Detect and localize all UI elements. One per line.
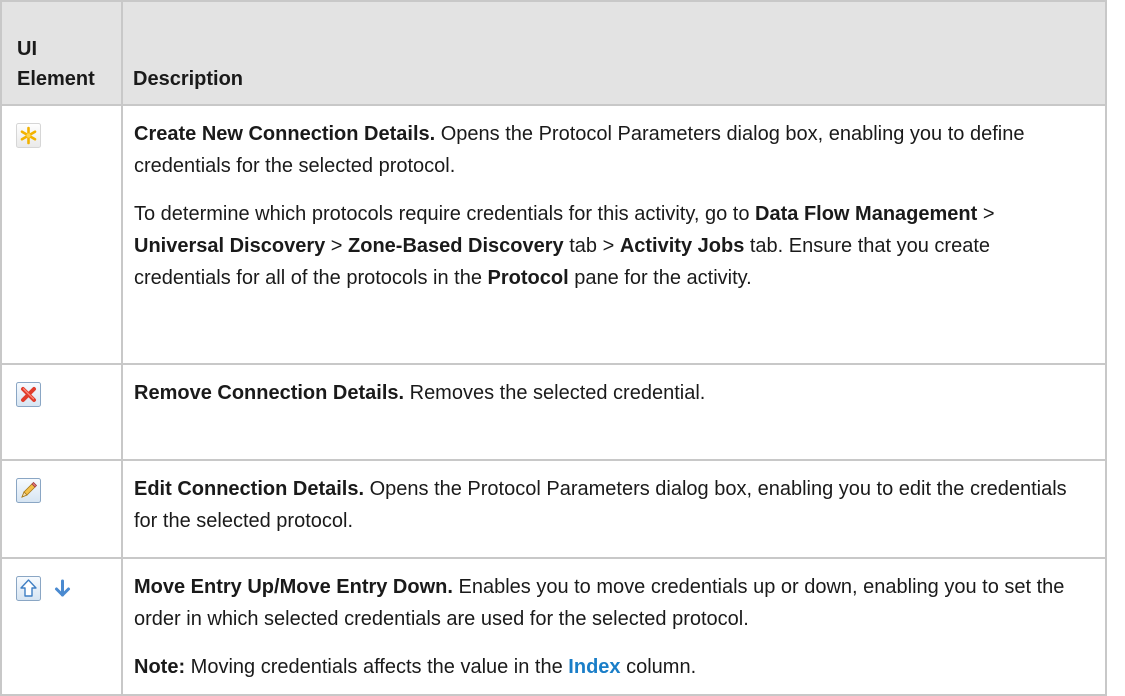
header-ui-element-line2: Element xyxy=(17,68,95,90)
remove-title: Remove Connection Details. xyxy=(134,382,405,404)
pencil-edit-icon xyxy=(16,478,41,503)
create-p2-gt1: > xyxy=(977,203,995,225)
icon-cell-remove xyxy=(0,363,123,461)
table-row-create: Create New Connection Details. Opens the… xyxy=(0,104,1107,365)
note-text: Moving credentials affects the value in … xyxy=(185,656,569,678)
table-row-edit: Edit Connection Details. Opens the Proto… xyxy=(0,459,1107,559)
create-title: Create New Connection Details. xyxy=(134,123,436,145)
move-icons-group xyxy=(16,576,121,601)
index-link[interactable]: Index xyxy=(568,656,620,678)
remove-text: Removes the selected credential. xyxy=(404,382,706,404)
move-paragraph: Move Entry Up/Move Entry Down. Enables y… xyxy=(134,571,1085,635)
create-paragraph-2: To determine which protocols require cre… xyxy=(134,198,1085,294)
create-p2-tab1: tab > xyxy=(563,235,620,257)
asterisk-new-icon xyxy=(16,123,41,148)
create-p2-protocol: Protocol xyxy=(487,267,569,289)
table-row-move: Move Entry Up/Move Entry Down. Enables y… xyxy=(0,557,1107,696)
edit-paragraph: Edit Connection Details. Opens the Proto… xyxy=(134,473,1085,537)
icon-cell-edit xyxy=(0,459,123,559)
ui-elements-table: UI Element Description Create New Connec… xyxy=(0,0,1107,696)
arrow-up-icon xyxy=(16,576,41,601)
create-p2-intro: To determine which protocols require cre… xyxy=(134,203,756,225)
note-label: Note: xyxy=(134,656,186,678)
description-edit: Edit Connection Details. Opens the Proto… xyxy=(121,459,1107,559)
create-p2-dfm: Data Flow Management xyxy=(755,203,978,225)
description-move: Move Entry Up/Move Entry Down. Enables y… xyxy=(121,557,1107,696)
note-end: column. xyxy=(620,656,697,678)
red-x-delete-icon xyxy=(16,382,41,407)
table-row-remove: Remove Connection Details. Removes the s… xyxy=(0,363,1107,461)
icon-cell-create xyxy=(0,104,123,365)
create-p2-ud: Universal Discovery xyxy=(134,235,326,257)
header-description: Description xyxy=(121,0,1107,106)
move-note: Note: Moving credentials affects the val… xyxy=(134,651,1085,683)
edit-title: Edit Connection Details. xyxy=(134,478,365,500)
header-ui-element: UI Element xyxy=(0,0,123,106)
create-paragraph-1: Create New Connection Details. Opens the… xyxy=(134,118,1085,182)
table-header-row: UI Element Description xyxy=(0,0,1107,106)
arrow-down-icon xyxy=(55,579,70,597)
description-create: Create New Connection Details. Opens the… xyxy=(121,104,1107,365)
description-remove: Remove Connection Details. Removes the s… xyxy=(121,363,1107,461)
create-p2-end: pane for the activity. xyxy=(568,267,752,289)
icon-cell-move xyxy=(0,557,123,696)
create-p2-zbd: Zone-Based Discovery xyxy=(348,235,564,257)
move-title: Move Entry Up/Move Entry Down. xyxy=(134,576,453,598)
remove-paragraph: Remove Connection Details. Removes the s… xyxy=(134,377,1085,409)
header-ui-element-line1: UI xyxy=(17,38,37,60)
create-p2-aj: Activity Jobs xyxy=(619,235,745,257)
create-p2-gt2: > xyxy=(325,235,349,257)
